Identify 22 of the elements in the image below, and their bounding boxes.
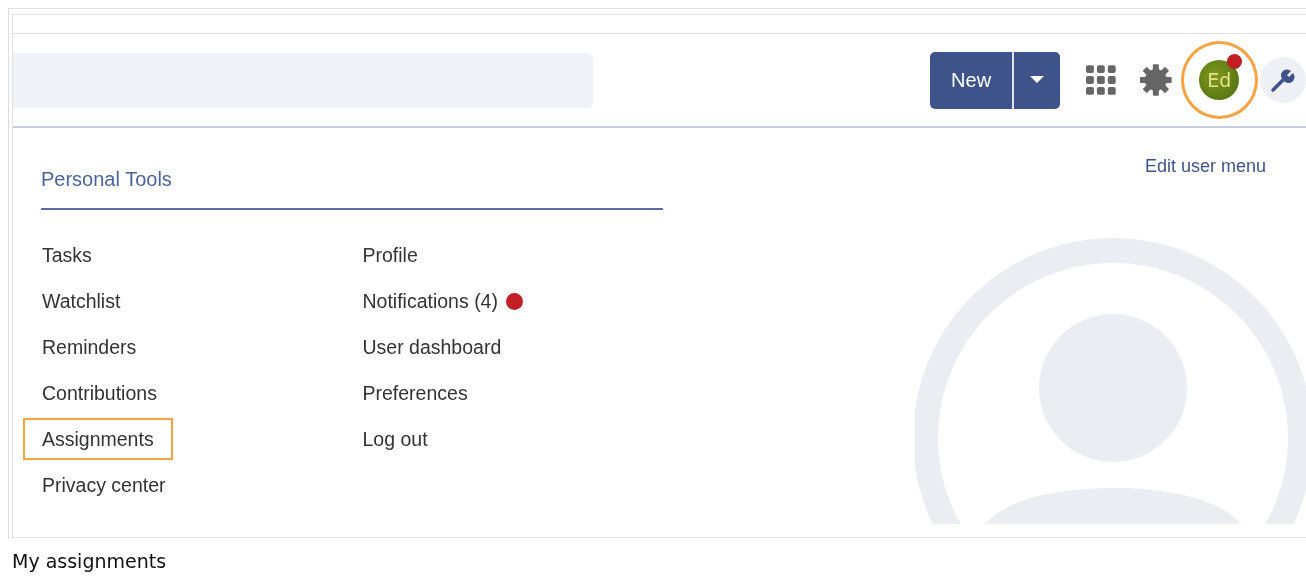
menu-item[interactable]: Contributions bbox=[23, 372, 176, 414]
menu-item[interactable]: Preferences bbox=[343, 372, 487, 414]
menu-item[interactable]: Assignments bbox=[23, 418, 173, 460]
section-title: Personal Tools bbox=[41, 167, 172, 192]
menu-item[interactable]: Log out bbox=[343, 418, 447, 460]
apps-grid-icon[interactable] bbox=[1086, 65, 1116, 95]
settings-icon[interactable] bbox=[1139, 64, 1172, 96]
wrench-icon bbox=[1270, 67, 1296, 93]
menu-item[interactable]: Profile bbox=[343, 234, 437, 276]
menu-item[interactable]: Reminders bbox=[23, 326, 156, 368]
menu-item[interactable]: User dashboard bbox=[343, 326, 521, 368]
caret-icon bbox=[1029, 76, 1044, 84]
menu-item[interactable]: Watchlist bbox=[23, 280, 140, 322]
caption: My assignments bbox=[12, 549, 168, 574]
menu-item[interactable]: Notifications (4) bbox=[343, 280, 542, 322]
new-button[interactable]: New bbox=[930, 51, 1012, 109]
menu-item[interactable]: Tasks bbox=[23, 234, 111, 276]
search-field[interactable] bbox=[13, 52, 594, 108]
tools-button[interactable] bbox=[1260, 57, 1306, 103]
dropdown-toggle-button[interactable] bbox=[1011, 51, 1061, 109]
edit-user-menu-link[interactable]: Edit user menu bbox=[1144, 153, 1266, 180]
menu-item[interactable]: Privacy center bbox=[23, 464, 185, 506]
